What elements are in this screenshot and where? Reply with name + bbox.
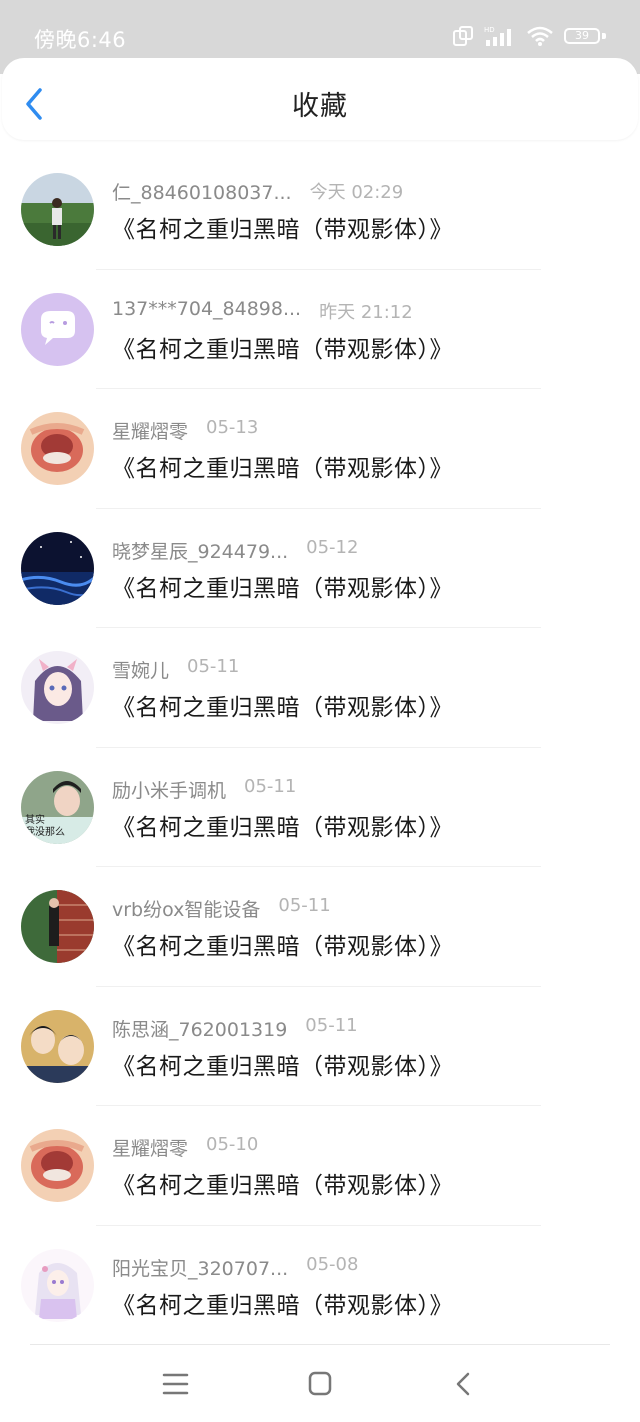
work-title[interactable]: 《名柯之重归黑暗（带观影体）》	[112, 569, 453, 603]
avatar[interactable]	[21, 1129, 94, 1202]
item-meta: vrb纷ox智能设备 05-11	[112, 895, 632, 921]
status-time: 傍晚6:46	[34, 28, 127, 52]
favorite-item[interactable]: 星耀熠零 05-13 《名柯之重归黑暗（带观影体）》	[0, 389, 640, 509]
menu-icon	[162, 1373, 189, 1395]
work-title[interactable]: 《名柯之重归黑暗（带观影体）》	[112, 210, 453, 244]
username[interactable]: 137***704_84898...	[112, 298, 301, 320]
avatar[interactable]	[21, 412, 94, 485]
item-meta: 阳光宝贝_320707... 05-08	[112, 1254, 632, 1280]
favorite-item[interactable]: 晓梦星辰_924479... 05-12 《名柯之重归黑暗（带观影体）》	[0, 509, 640, 629]
avatar[interactable]	[21, 890, 94, 963]
timestamp: 05-08	[306, 1253, 359, 1275]
battery-level: 39	[575, 29, 589, 42]
menu-button[interactable]	[156, 1366, 196, 1402]
timestamp: 05-11	[187, 656, 240, 677]
item-meta: 星耀熠零 05-10	[112, 1134, 632, 1160]
username[interactable]: 仁_88460108037...	[112, 178, 292, 205]
username[interactable]: 雪婉儿	[112, 656, 169, 683]
username[interactable]: 陈思涵_762001319	[112, 1015, 287, 1042]
back-icon	[456, 1372, 470, 1396]
username[interactable]: 励小米手调机	[112, 776, 226, 803]
multi-window-icon	[453, 26, 473, 46]
timestamp: 05-12	[306, 536, 359, 558]
timestamp: 05-11	[305, 1014, 358, 1036]
wifi-icon	[527, 26, 553, 46]
work-title[interactable]: 《名柯之重归黑暗（带观影体）》	[112, 1166, 453, 1200]
username[interactable]: 晓梦星辰_924479...	[112, 537, 288, 564]
item-meta: 励小米手调机 05-11	[112, 776, 632, 802]
work-title[interactable]: 《名柯之重归黑暗（带观影体）》	[112, 449, 453, 483]
timestamp: 今天 02:29	[309, 182, 404, 203]
work-title[interactable]: 《名柯之重归黑暗（带观影体）》	[112, 1047, 453, 1081]
work-title[interactable]: 《名柯之重归黑暗（带观影体）》	[112, 808, 453, 842]
work-title[interactable]: 《名柯之重归黑暗（带观影体）》	[112, 688, 453, 722]
item-meta: 仁_88460108037... 今天 02:29	[112, 178, 632, 204]
avatar[interactable]	[21, 531, 94, 605]
avatar[interactable]	[21, 292, 94, 366]
favorite-item[interactable]: vrb纷ox智能设备 05-11 《名柯之重归黑暗（带观影体）》	[0, 867, 640, 987]
item-meta: 137***704_84898... 昨天 21:12	[112, 298, 632, 324]
home-button[interactable]	[300, 1366, 340, 1402]
favorite-item[interactable]: 阳光宝贝_320707... 05-08 《名柯之重归黑暗（带观影体）》	[0, 1226, 640, 1346]
favorite-item[interactable]: 陈思涵_762001319 05-11 《名柯之重归黑暗（带观影体）》	[0, 987, 640, 1107]
item-meta: 雪婉儿 05-11	[112, 656, 632, 682]
avatar[interactable]	[21, 1248, 94, 1322]
work-title[interactable]: 《名柯之重归黑暗（带观影体）》	[112, 1286, 453, 1320]
favorite-item[interactable]: 137***704_84898... 昨天 21:12 《名柯之重归黑暗（带观影体）…	[0, 270, 640, 390]
timestamp: 05-11	[244, 775, 297, 797]
battery-icon: 39	[564, 26, 606, 46]
favorite-item[interactable]: 其实 我没那么 励小米手调机 05-11 《名柯之重归黑暗（带观影体）》	[0, 748, 640, 868]
timestamp: 05-13	[206, 417, 259, 438]
svg-text:HD: HD	[484, 26, 495, 34]
page-title: 收藏	[292, 91, 348, 122]
status-icons: HD 39	[452, 22, 606, 50]
favorite-item[interactable]: 雪婉儿 05-11 《名柯之重归黑暗（带观影体）》	[0, 628, 640, 748]
favorites-list: 仁_88460108037... 今天 02:29 《名柯之重归黑暗（带观影体）》 …	[0, 150, 640, 1345]
home-icon	[308, 1371, 332, 1396]
username[interactable]: 星耀熠零	[112, 1134, 188, 1161]
work-title[interactable]: 《名柯之重归黑暗（带观影体）》	[112, 330, 453, 364]
avatar[interactable]: 其实 我没那么	[21, 770, 94, 844]
system-nav-bar	[0, 1346, 640, 1422]
item-meta: 星耀熠零 05-13	[112, 417, 632, 443]
timestamp: 05-11	[278, 895, 331, 916]
item-meta: 晓梦星辰_924479... 05-12	[112, 537, 632, 563]
username[interactable]: vrb纷ox智能设备	[112, 895, 260, 922]
avatar-text-line2: 我没那么	[25, 826, 65, 838]
username[interactable]: 星耀熠零	[112, 417, 188, 444]
avatar-text-line1: 其实	[25, 813, 45, 826]
avatar[interactable]	[21, 1009, 94, 1083]
item-meta: 陈思涵_762001319 05-11	[112, 1015, 632, 1041]
timestamp: 昨天 21:12	[319, 301, 413, 323]
avatar[interactable]	[21, 651, 94, 724]
nav-back-button[interactable]	[444, 1366, 484, 1402]
app-header: 收藏	[2, 58, 638, 140]
cellular-signal-icon: HD	[484, 26, 511, 46]
favorite-item[interactable]: 星耀熠零 05-10 《名柯之重归黑暗（带观影体）》	[0, 1106, 640, 1226]
username[interactable]: 阳光宝贝_320707...	[112, 1254, 288, 1281]
avatar[interactable]	[21, 173, 94, 246]
work-title[interactable]: 《名柯之重归黑暗（带观影体）》	[112, 927, 453, 961]
favorite-item[interactable]: 仁_88460108037... 今天 02:29 《名柯之重归黑暗（带观影体）》	[0, 150, 640, 270]
timestamp: 05-10	[206, 1134, 259, 1155]
